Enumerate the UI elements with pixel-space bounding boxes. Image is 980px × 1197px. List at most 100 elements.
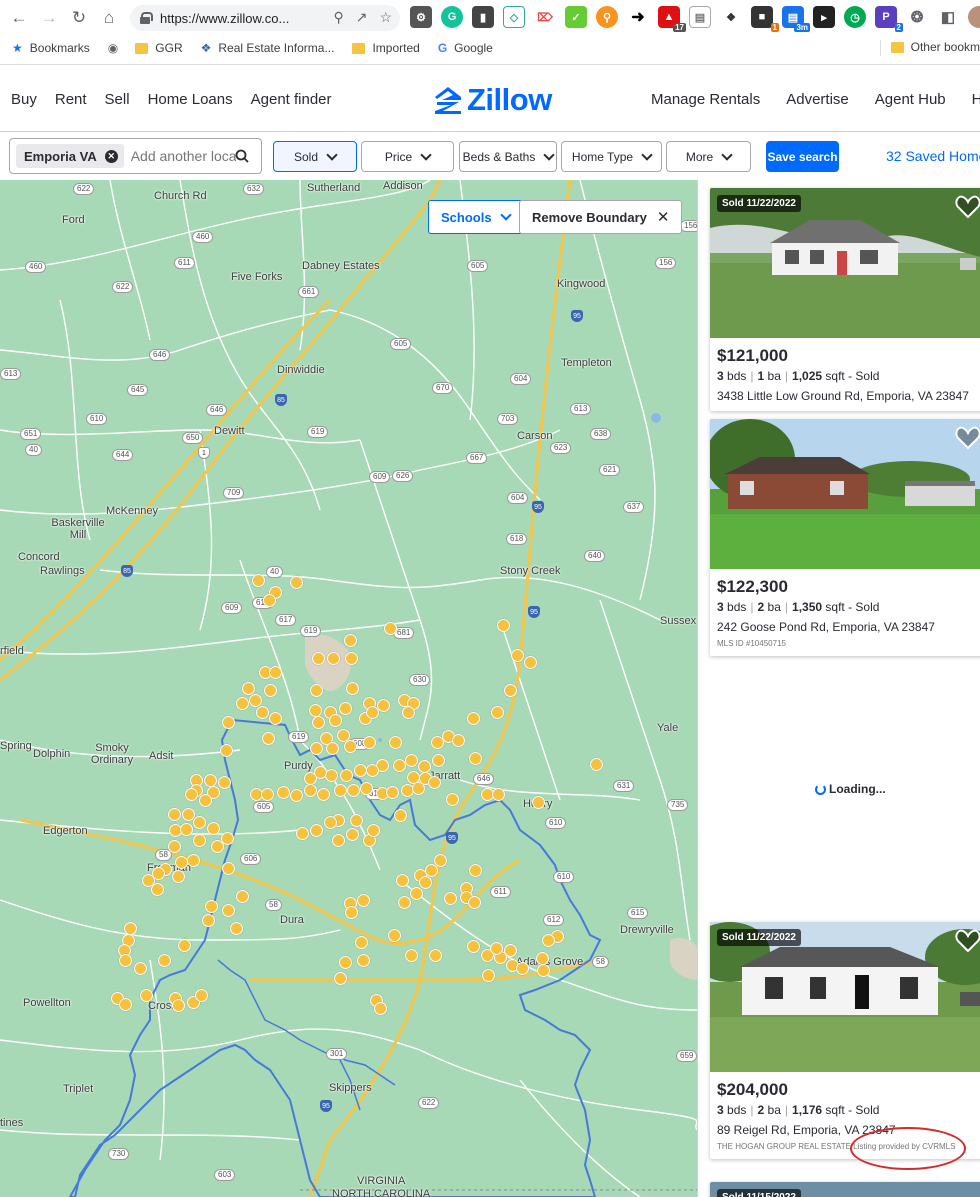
- listing-marker[interactable]: [388, 929, 401, 942]
- zillow-logo[interactable]: Zillow: [433, 82, 552, 117]
- listing-marker[interactable]: [222, 862, 235, 875]
- listing-card[interactable]: $122,300 3 bds | 2 ba | 1,350 sqft - Sold 24…: [710, 419, 980, 656]
- schools-button[interactable]: Schools: [428, 200, 523, 234]
- listing-marker[interactable]: [204, 774, 217, 787]
- extension-icon[interactable]: ⌦: [534, 6, 556, 28]
- listing-marker[interactable]: [124, 922, 137, 935]
- extension-icon[interactable]: ❖: [720, 6, 742, 28]
- listing-marker[interactable]: [332, 834, 345, 847]
- listing-marker[interactable]: [269, 712, 282, 725]
- listing-marker[interactable]: [468, 896, 481, 909]
- listing-marker[interactable]: [491, 706, 504, 719]
- extension-icon[interactable]: ▤ 3m: [782, 6, 810, 32]
- listing-marker[interactable]: [185, 788, 198, 801]
- listing-photo[interactable]: [710, 419, 980, 569]
- listing-marker[interactable]: [377, 699, 390, 712]
- listing-marker[interactable]: [329, 714, 342, 727]
- heart-icon[interactable]: [955, 194, 980, 220]
- listing-marker[interactable]: [205, 900, 218, 913]
- listing-card[interactable]: Sold 11/15/2022: [710, 1182, 980, 1197]
- location-search[interactable]: Emporia VA ✕ Add another location: [9, 138, 262, 174]
- listing-marker[interactable]: [309, 704, 322, 717]
- bookmark-item[interactable]: Imported: [352, 41, 420, 55]
- listing-marker[interactable]: [410, 887, 423, 900]
- listing-marker[interactable]: [296, 827, 309, 840]
- listing-marker[interactable]: [334, 972, 347, 985]
- nav-sell[interactable]: Sell: [105, 91, 130, 108]
- share-icon[interactable]: ↗: [356, 9, 368, 26]
- listing-photo[interactable]: Sold 11/22/2022: [710, 188, 980, 338]
- star-icon[interactable]: ☆: [379, 9, 392, 26]
- listing-marker[interactable]: [290, 789, 303, 802]
- listing-marker[interactable]: [172, 999, 185, 1012]
- heart-icon[interactable]: [955, 928, 980, 954]
- grammarly-icon[interactable]: G: [441, 6, 463, 28]
- extension-icon[interactable]: ▤: [689, 6, 711, 28]
- listing-marker[interactable]: [366, 764, 379, 777]
- home-icon[interactable]: ⌂: [94, 3, 124, 33]
- listing-marker[interactable]: [393, 759, 406, 772]
- listing-marker[interactable]: [158, 954, 171, 967]
- extension-icon[interactable]: P2: [875, 6, 903, 32]
- arrow-icon[interactable]: ➜: [627, 6, 649, 28]
- address-bar[interactable]: https://www.zillow.co... ⚲ ↗ ☆: [130, 5, 400, 31]
- listing-address[interactable]: 242 Goose Pond Rd, Emporia, VA 23847: [717, 620, 978, 634]
- listing-marker[interactable]: [262, 732, 275, 745]
- listing-marker[interactable]: [407, 771, 420, 784]
- listing-marker[interactable]: [469, 864, 482, 877]
- bookmark-item[interactable]: G Google: [438, 41, 493, 55]
- nav-agent-finder[interactable]: Agent finder: [251, 91, 332, 108]
- nav-buy[interactable]: Buy: [11, 91, 37, 108]
- listing-marker[interactable]: [236, 697, 249, 710]
- listing-marker[interactable]: [326, 742, 339, 755]
- listing-marker[interactable]: [178, 939, 191, 952]
- home-type-filter-button[interactable]: Home Type: [561, 141, 662, 172]
- map-view[interactable]: Sutherland Addison Church Rd Ford Five F…: [0, 180, 697, 1197]
- extension-icon[interactable]: ▲ 17: [658, 6, 686, 32]
- listing-marker[interactable]: [269, 666, 282, 679]
- clock-icon[interactable]: ◷: [844, 6, 866, 28]
- listing-marker[interactable]: [405, 949, 418, 962]
- listing-marker[interactable]: [168, 808, 181, 821]
- listing-marker[interactable]: [202, 914, 215, 927]
- nav-rent[interactable]: Rent: [55, 91, 87, 108]
- listing-marker[interactable]: [304, 772, 317, 785]
- nav-advertise[interactable]: Advertise: [786, 91, 849, 108]
- nav-manage-rentals[interactable]: Manage Rentals: [651, 91, 760, 108]
- nav-help[interactable]: Help: [972, 91, 980, 108]
- sidepanel-icon[interactable]: ◧: [937, 6, 959, 28]
- listing-marker[interactable]: [175, 856, 188, 869]
- listing-marker[interactable]: [467, 712, 480, 725]
- listing-marker[interactable]: [256, 706, 269, 719]
- listing-marker[interactable]: [402, 706, 415, 719]
- listing-marker[interactable]: [405, 754, 418, 767]
- extension-icon[interactable]: ⚲: [596, 6, 618, 28]
- listing-marker[interactable]: [168, 840, 181, 853]
- listing-marker[interactable]: [366, 706, 379, 719]
- listing-marker[interactable]: [252, 574, 265, 587]
- listing-marker[interactable]: [432, 754, 445, 767]
- listing-marker[interactable]: [469, 752, 482, 765]
- listing-marker[interactable]: [347, 784, 360, 797]
- listing-marker[interactable]: [418, 760, 431, 773]
- listing-marker[interactable]: [345, 652, 358, 665]
- listing-marker[interactable]: [425, 864, 438, 877]
- bookmark-item[interactable]: ◉: [108, 41, 125, 55]
- listing-marker[interactable]: [446, 793, 459, 806]
- saved-homes-link[interactable]: 32 Saved Homes: [886, 148, 980, 164]
- reload-icon[interactable]: ↻: [64, 3, 94, 33]
- listing-marker[interactable]: [220, 744, 233, 757]
- listing-marker[interactable]: [367, 824, 380, 837]
- listing-marker[interactable]: [236, 890, 249, 903]
- extension-icon[interactable]: ▮: [472, 6, 494, 28]
- listing-marker[interactable]: [384, 622, 397, 635]
- listing-marker[interactable]: [187, 854, 200, 867]
- listing-marker[interactable]: [537, 964, 550, 977]
- listing-marker[interactable]: [134, 962, 147, 975]
- listing-marker[interactable]: [327, 652, 340, 665]
- listing-marker[interactable]: [172, 870, 185, 883]
- listing-marker[interactable]: [389, 736, 402, 749]
- price-filter-button[interactable]: Price: [361, 141, 454, 172]
- puzzle-icon[interactable]: ❂: [906, 6, 928, 28]
- extension-icon[interactable]: ▸: [813, 6, 835, 28]
